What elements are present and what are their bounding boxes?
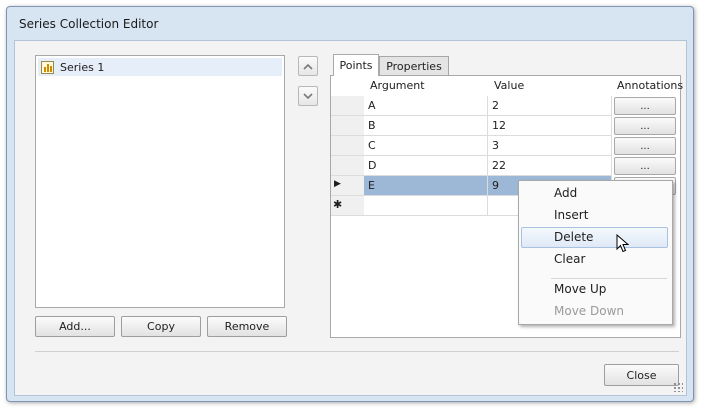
menu-item-delete[interactable]: Delete [521,227,668,248]
annotations-ellipsis-button[interactable]: ... [614,97,676,115]
table-row[interactable]: C 3 ... [331,136,678,156]
series-list[interactable]: Series 1 [35,55,285,308]
series-item-label: Series 1 [60,60,105,74]
argument-cell[interactable]: E [364,176,488,196]
menu-item-add[interactable]: Add [521,183,668,204]
mouse-cursor-icon [616,234,630,253]
argument-cell[interactable]: C [364,136,488,156]
annotations-ellipsis-button[interactable]: ... [614,117,676,135]
argument-cell[interactable]: A [364,96,488,116]
bar-chart-icon [41,60,54,74]
argument-cell[interactable] [364,196,488,216]
copy-series-button[interactable]: Copy [121,316,201,337]
argument-cell[interactable]: D [364,156,488,176]
table-row[interactable]: B 12 ... [331,116,678,136]
column-header-argument[interactable]: Argument [370,79,425,92]
move-series-up-button[interactable] [298,56,318,76]
annotations-ellipsis-button[interactable]: ... [614,157,676,175]
context-menu: Add Insert Delete Clear Move Up Move Dow… [518,180,673,325]
new-row-asterisk-icon: ✱ [333,198,343,211]
menu-item-clear[interactable]: Clear [521,249,668,270]
value-cell[interactable]: 22 [488,156,612,176]
value-cell[interactable]: 2 [488,96,612,116]
resize-grip-icon[interactable] [673,382,683,392]
menu-item-insert[interactable]: Insert [521,205,668,226]
column-header-annotations[interactable]: Annotations [617,79,683,92]
chevron-up-icon [303,63,313,70]
tab-properties[interactable]: Properties [379,56,449,76]
close-button[interactable]: Close [604,364,679,386]
table-row[interactable]: A 2 ... [331,96,678,116]
row-indicator[interactable]: ▶ [331,176,364,196]
argument-cell[interactable]: B [364,116,488,136]
series-list-item[interactable]: Series 1 [38,58,282,76]
menu-item-move-up[interactable]: Move Up [521,279,668,300]
add-series-button[interactable]: Add... [35,316,115,337]
row-indicator[interactable] [331,116,364,136]
chevron-down-icon [303,92,313,99]
annotations-ellipsis-button[interactable]: ... [614,137,676,155]
table-row[interactable]: D 22 ... [331,156,678,176]
grid-header: Argument Value Annotations [331,76,683,96]
footer-divider [35,351,679,352]
row-indicator[interactable] [331,136,364,156]
window-title: Series Collection Editor [19,17,159,31]
row-indicator[interactable] [331,96,364,116]
remove-series-button[interactable]: Remove [207,316,287,337]
menu-item-move-down: Move Down [554,304,624,318]
row-indicator[interactable] [331,156,364,176]
column-header-value[interactable]: Value [494,79,524,92]
value-cell[interactable]: 3 [488,136,612,156]
tab-points[interactable]: Points [333,54,379,76]
current-row-arrow-icon: ▶ [334,179,341,189]
value-cell[interactable]: 12 [488,116,612,136]
row-indicator[interactable]: ✱ [331,196,364,216]
move-series-down-button[interactable] [298,86,318,106]
